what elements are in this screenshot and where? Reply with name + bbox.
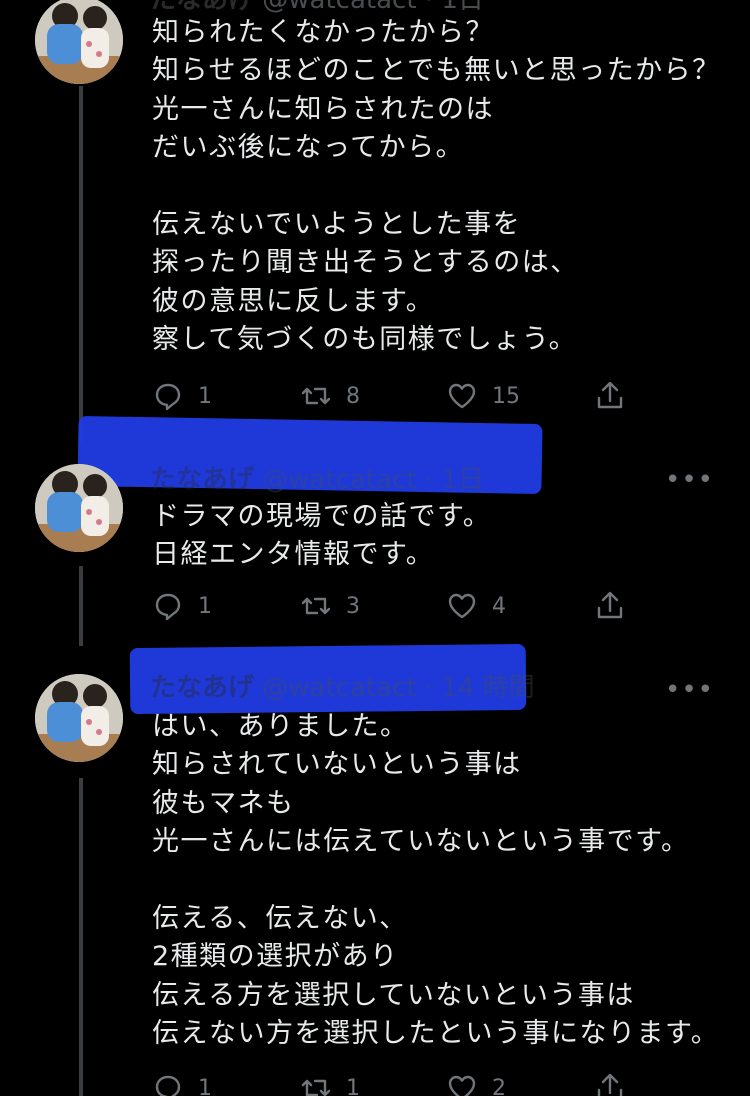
retweet-count: 3 [346,593,360,619]
like-count: 4 [492,593,506,619]
share-button[interactable] [594,1068,626,1096]
retweet-icon [301,597,331,615]
tweet[interactable]: たなあげ @watcatact · 14 時間 ••• はい、ありました。 知ら… [0,643,750,1096]
timeline: たなあげ @watcatact · 1日 知られたくなかったから？ 知らせるほど… [0,0,750,1096]
like-count: 2 [492,1075,506,1096]
tweet-header: たなあげ @watcatact · 1日 [150,465,484,495]
retweet-count: 8 [346,383,360,409]
more-button[interactable]: ••• [665,467,714,493]
more-icon: ••• [664,465,714,495]
like-icon [448,1075,476,1096]
tweet-actions: 1 8 15 [152,376,632,416]
retweet-icon [301,1079,331,1096]
tweet-text: 知られたくなかったから？ 知らせるほどのことでも無いと思ったから？ 光一さんに知… [152,17,721,356]
handle[interactable]: @watcatact [262,465,416,495]
reply-icon [155,383,181,411]
avatar-photo [35,674,123,762]
share-button[interactable] [594,586,626,626]
share-icon [597,591,623,619]
retweet-button[interactable]: 3 [300,586,360,626]
display-name[interactable]: たなあげ [150,0,254,15]
tweet-text: ドラマの現場での話です。 日経エンタ情報です。 [152,501,492,571]
like-button[interactable]: 4 [446,586,506,626]
timestamp[interactable]: 1日 [441,0,484,15]
share-icon [597,381,623,409]
retweet-icon [301,387,331,405]
timestamp[interactable]: 14 時間 [441,673,534,703]
timestamp[interactable]: 1日 [441,465,484,495]
tweet-text: はい、ありました。 知らされていないという事は 彼もマネも 光一さんには伝えてい… [152,711,720,1050]
more-icon: ••• [664,675,714,705]
handle[interactable]: @watcatact [262,673,416,703]
share-icon [597,1073,623,1096]
display-name[interactable]: たなあげ [150,673,254,703]
like-count: 15 [492,383,520,409]
reply-count: 1 [198,383,212,409]
share-button[interactable] [594,376,626,416]
reply-button[interactable]: 1 [152,1068,212,1096]
tweet-actions: 1 1 2 [152,1068,632,1096]
tweet-actions: 1 3 4 [152,586,632,626]
reply-count: 1 [198,593,212,619]
tweet-header: たなあげ @watcatact · 14 時間 [150,673,535,703]
handle[interactable]: @watcatact [262,0,416,15]
reply-icon [155,1075,181,1096]
avatar-photo [35,464,123,552]
like-icon [448,593,476,619]
reply-button[interactable]: 1 [152,376,212,416]
reply-button[interactable]: 1 [152,586,212,626]
avatar[interactable] [35,0,123,84]
reply-icon [155,593,181,621]
reply-count: 1 [198,1075,212,1096]
avatar-photo [35,0,123,84]
retweet-count: 1 [346,1075,360,1096]
tweet[interactable]: たなあげ @watcatact · 1日 知られたくなかったから？ 知らせるほど… [0,0,750,430]
tweet[interactable]: たなあげ @watcatact · 1日 ••• ドラマの現場での話です。 日経… [0,415,750,648]
avatar[interactable] [35,464,123,552]
like-button[interactable]: 2 [446,1068,506,1096]
like-button[interactable]: 15 [446,376,520,416]
retweet-button[interactable]: 8 [300,376,360,416]
avatar[interactable] [35,674,123,762]
retweet-button[interactable]: 1 [300,1068,360,1096]
display-name[interactable]: たなあげ [150,465,254,495]
more-button[interactable]: ••• [665,677,714,703]
like-icon [448,383,476,409]
